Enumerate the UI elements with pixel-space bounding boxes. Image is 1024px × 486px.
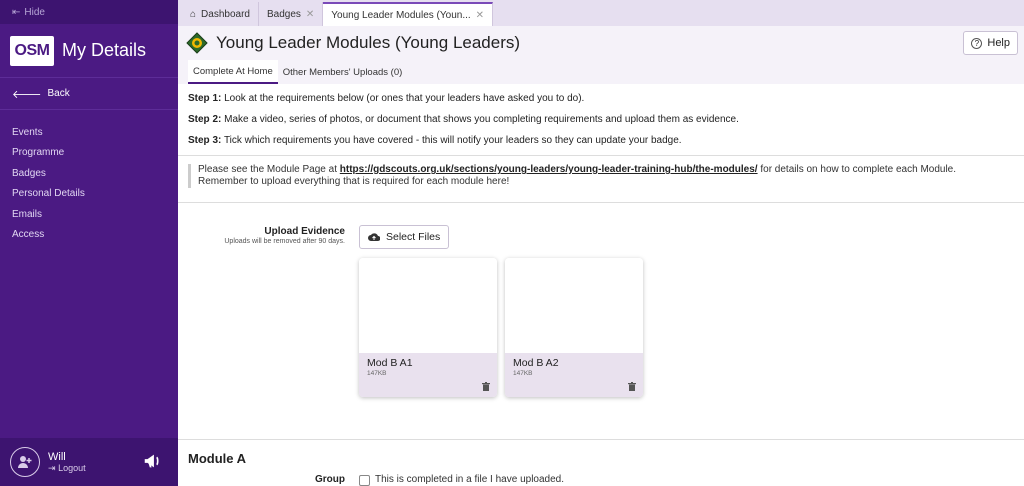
- divider: [178, 155, 1024, 156]
- sidebar: ⇤ Hide OSM My Details 🡐 Back Events Prog…: [0, 0, 178, 486]
- notice-line2: Remember to upload everything that is re…: [198, 176, 510, 187]
- module-page-link[interactable]: https://gdscouts.org.uk/sections/young-l…: [340, 164, 758, 175]
- sidebar-item-label: Access: [12, 229, 45, 241]
- select-files-label: Select Files: [386, 231, 441, 243]
- upload-evidence-label: Upload Evidence Uploads will be removed …: [178, 226, 345, 245]
- close-icon[interactable]: ✕: [306, 9, 314, 20]
- tab-label: Dashboard: [201, 8, 250, 20]
- sidebar-item-emails[interactable]: Emails: [0, 204, 178, 225]
- back-button[interactable]: 🡐 Back: [0, 78, 178, 110]
- tab-label: Young Leader Modules (Youn...: [331, 9, 471, 21]
- select-files-button[interactable]: Select Files: [359, 225, 450, 249]
- collapse-left-icon: ⇤: [12, 6, 21, 18]
- group-label: Group: [315, 474, 345, 485]
- sidebar-nav: Events Programme Badges Personal Details…: [0, 122, 178, 245]
- trash-icon[interactable]: [628, 382, 636, 391]
- file-name: Mod B A2: [513, 357, 559, 369]
- sidebar-item-label: Badges: [12, 167, 46, 179]
- main-content: Young Leader Modules (Young Leaders) ? H…: [178, 26, 1024, 486]
- back-label: Back: [47, 88, 70, 99]
- group-row: Group This is completed in a file I have…: [178, 474, 1024, 486]
- logout-link[interactable]: ⇥ Logout: [48, 463, 86, 474]
- hide-label: Hide: [24, 6, 45, 18]
- close-icon[interactable]: ✕: [476, 10, 484, 21]
- completed-in-file-checkbox[interactable]: [359, 475, 370, 486]
- upload-label-title: Upload Evidence: [264, 226, 345, 237]
- file-info: Mod B A1 147KB: [359, 353, 497, 397]
- trash-icon[interactable]: [482, 382, 490, 391]
- hide-sidebar-button[interactable]: ⇤ Hide: [0, 0, 178, 24]
- file-card[interactable]: Mod B A2 147KB: [505, 258, 643, 397]
- checkbox-label: This is completed in a file I have uploa…: [375, 474, 564, 485]
- step-3: Step 3: Tick which requirements you have…: [188, 135, 682, 146]
- logout-label: Logout: [58, 462, 86, 473]
- file-info: Mod B A2 147KB: [505, 353, 643, 397]
- sidebar-item-events[interactable]: Events: [0, 122, 178, 143]
- sidebar-item-access[interactable]: Access: [0, 225, 178, 246]
- module-page-notice: Please see the Module Page at https://gd…: [188, 164, 1014, 188]
- help-icon: ?: [971, 37, 983, 49]
- file-size: 147KB: [513, 370, 533, 377]
- tab-dashboard[interactable]: ⌂ Dashboard: [182, 2, 259, 26]
- subtab-bar: Complete At Home Other Members' Uploads …: [178, 60, 1024, 84]
- module-a-heading: Module A: [188, 451, 247, 466]
- sidebar-item-label: Personal Details: [12, 188, 85, 200]
- divider: [178, 439, 1024, 440]
- notice-suffix: for details on how to complete each Modu…: [757, 164, 957, 175]
- sidebar-item-badges[interactable]: Badges: [0, 163, 178, 184]
- add-user-icon[interactable]: [10, 447, 40, 477]
- badge-icon: [186, 32, 208, 54]
- sidebar-item-label: Events: [12, 126, 43, 138]
- cloud-upload-icon: [368, 233, 380, 241]
- notice-prefix: Please see the Module Page at: [198, 164, 340, 175]
- brand-title: My Details: [62, 40, 147, 60]
- user-name: Will: [48, 450, 66, 463]
- tab-young-leader-modules[interactable]: Young Leader Modules (Youn... ✕: [323, 2, 494, 26]
- uploaded-files: Mod B A1 147KB Mod B A2 147KB: [359, 258, 643, 397]
- sidebar-item-label: Programme: [12, 147, 65, 159]
- tab-badges[interactable]: Badges ✕: [258, 2, 324, 26]
- sidebar-item-programme[interactable]: Programme: [0, 143, 178, 164]
- brand: OSM My Details: [0, 24, 178, 78]
- page-title: Young Leader Modules (Young Leaders): [216, 33, 521, 52]
- megaphone-icon[interactable]: [142, 450, 164, 472]
- tab-complete-at-home[interactable]: Complete At Home: [188, 60, 278, 84]
- tab-other-members-uploads[interactable]: Other Members' Uploads (0): [278, 60, 408, 84]
- upload-label-sub: Uploads will be removed after 90 days.: [224, 238, 345, 245]
- step-2: Step 2: Make a video, series of photos, …: [188, 114, 739, 125]
- file-name: Mod B A1: [367, 357, 413, 369]
- tab-bar: ⌂ Dashboard Badges ✕ Young Leader Module…: [178, 0, 1024, 26]
- tab-label: Badges: [266, 8, 301, 20]
- osm-logo: OSM: [10, 35, 54, 66]
- user-bar: Will ⇥ Logout: [0, 438, 178, 486]
- home-icon: ⌂: [190, 8, 197, 20]
- arrow-left-icon: 🡐: [12, 88, 42, 101]
- file-card[interactable]: Mod B A1 147KB: [359, 258, 497, 397]
- upload-area: Upload Evidence Uploads will be removed …: [178, 203, 1024, 423]
- help-label: Help: [987, 37, 1010, 49]
- sidebar-item-personal-details[interactable]: Personal Details: [0, 184, 178, 205]
- page-header: Young Leader Modules (Young Leaders) ? H…: [178, 26, 1024, 60]
- steps: Step 1: Look at the requirements below (…: [178, 84, 1024, 148]
- help-button[interactable]: ? Help: [963, 31, 1018, 55]
- file-size: 147KB: [367, 370, 387, 377]
- logout-icon: ⇥: [48, 462, 56, 473]
- step-1: Step 1: Look at the requirements below (…: [188, 93, 585, 104]
- sidebar-item-label: Emails: [12, 208, 43, 220]
- file-thumbnail[interactable]: [359, 258, 497, 353]
- file-thumbnail[interactable]: [505, 258, 643, 353]
